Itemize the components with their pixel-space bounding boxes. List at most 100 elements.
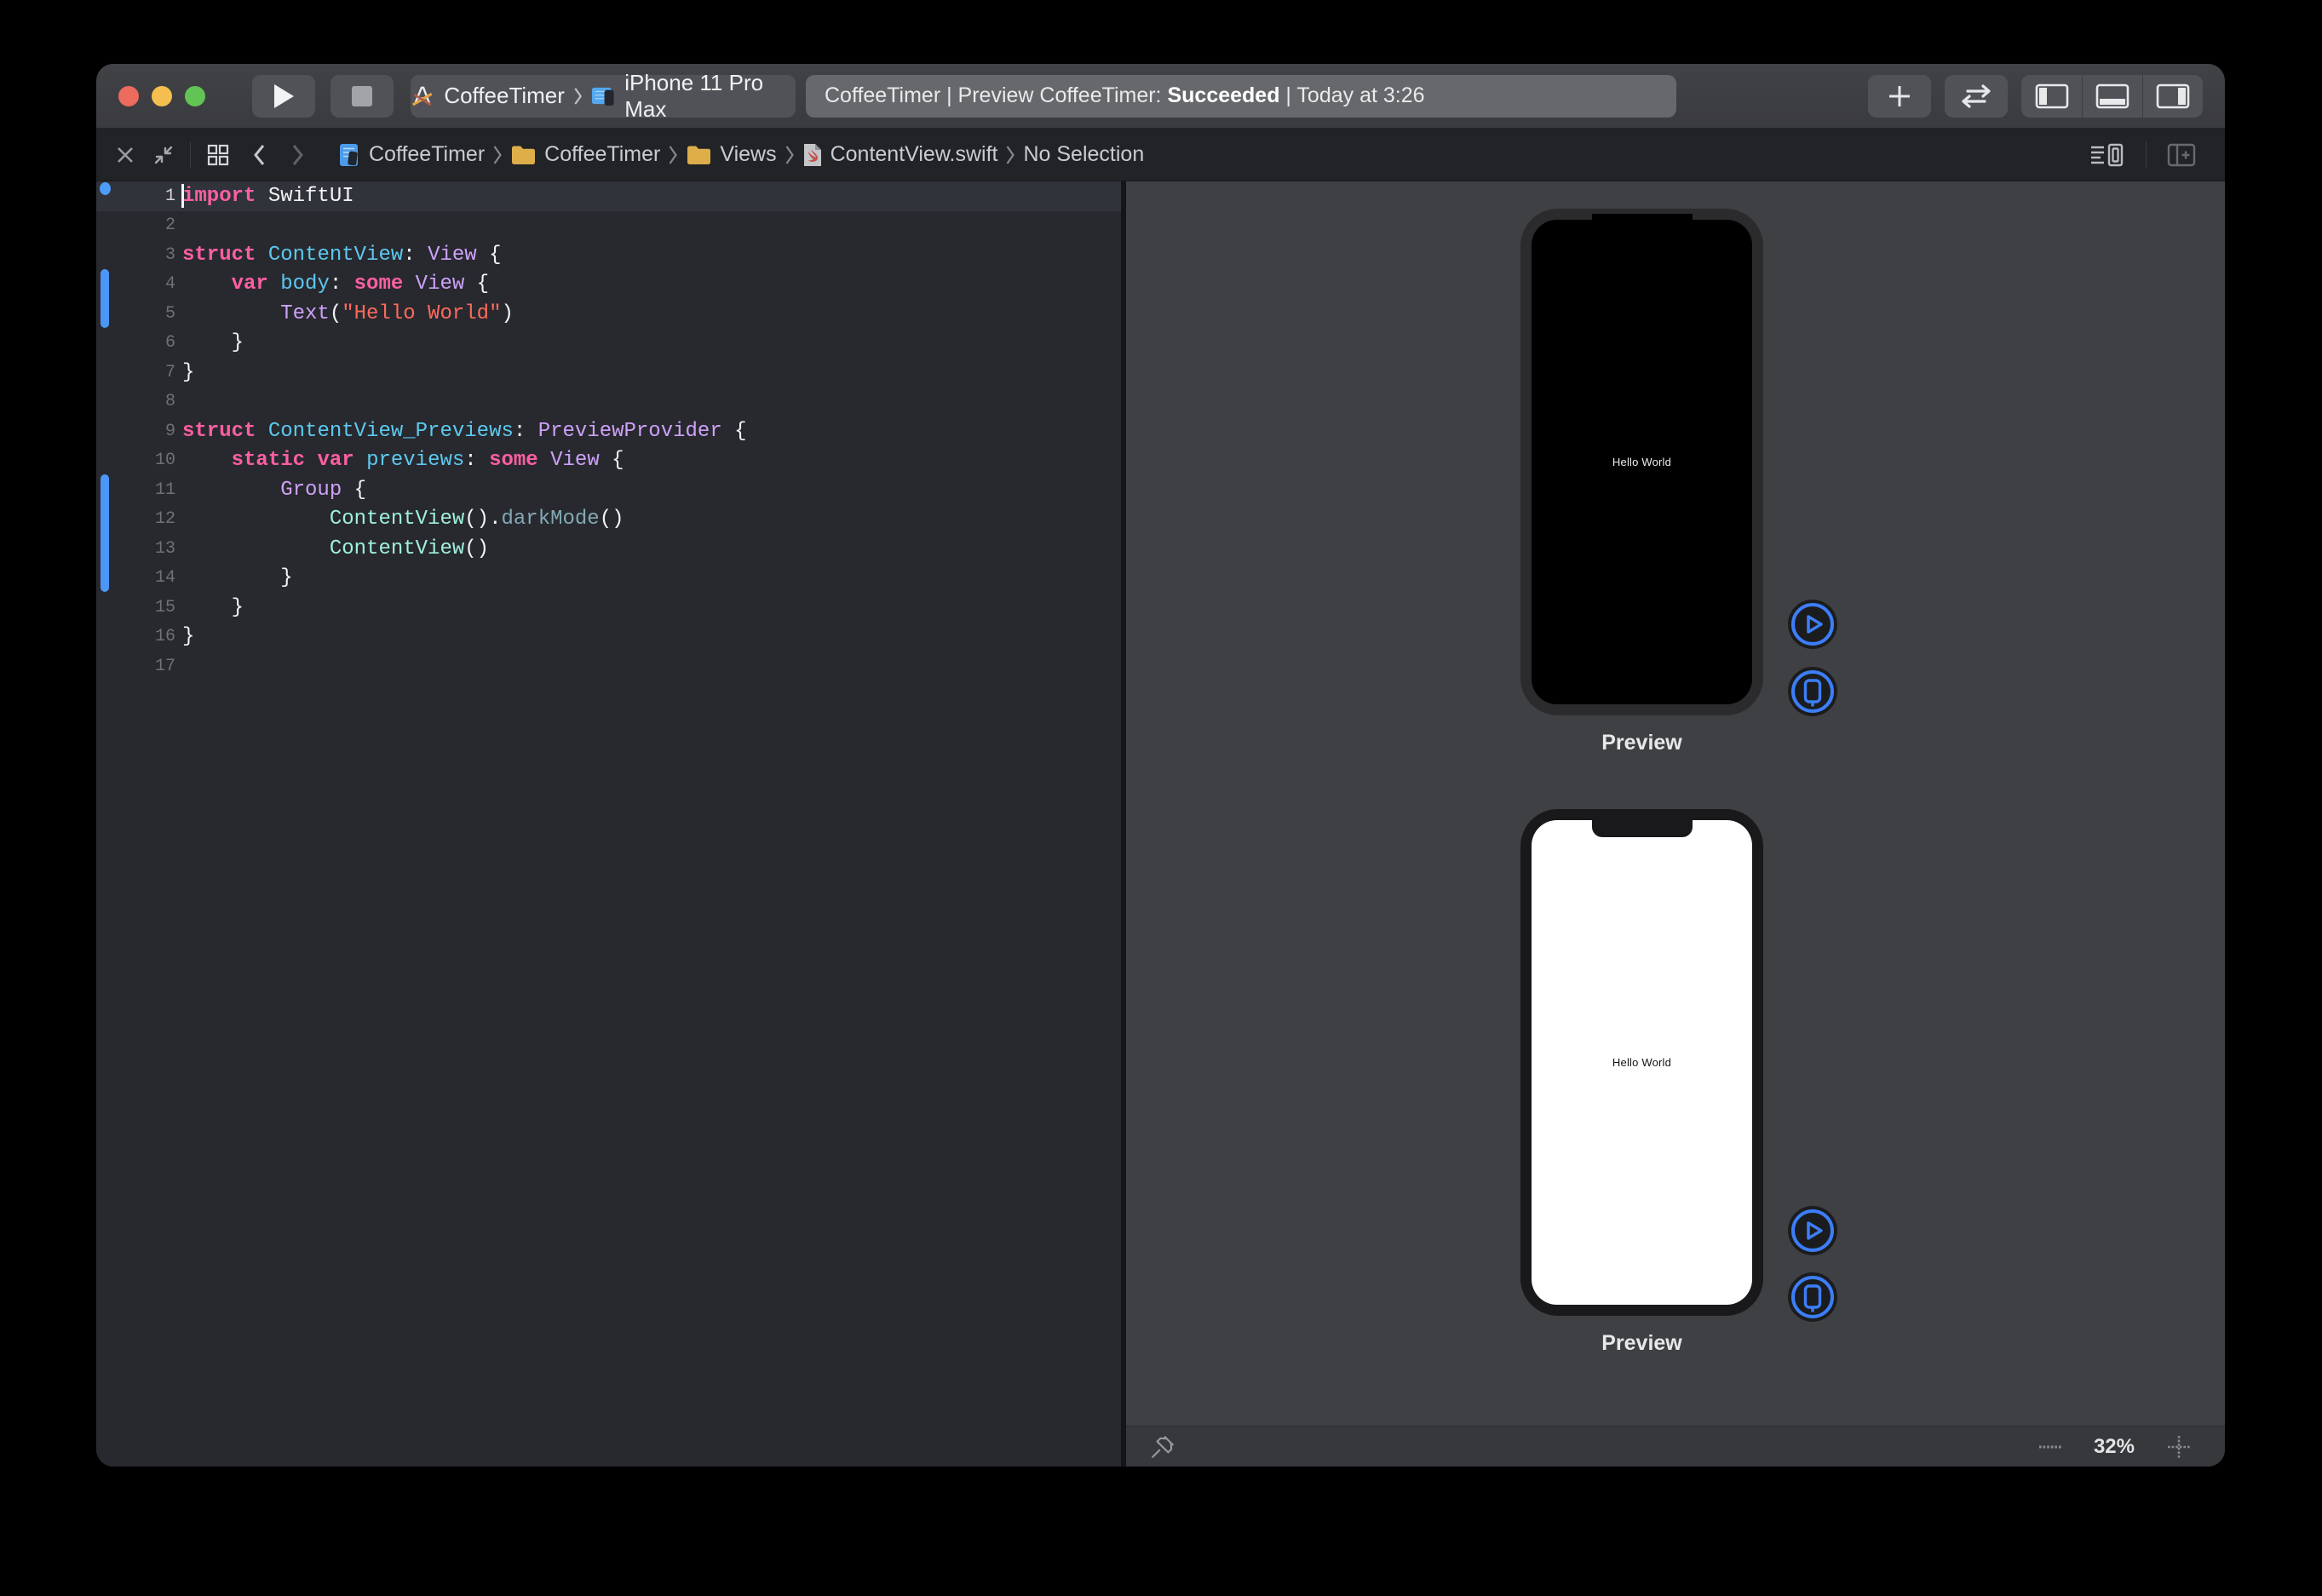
code-line[interactable]: 16} [96,623,1121,652]
zoom-window-button[interactable] [185,86,205,106]
plus-icon [2165,1433,2193,1461]
code-line[interactable]: 9 struct ContentView_Previews: PreviewPro… [96,416,1121,446]
breadcrumb-item[interactable]: ContentView.swift [802,142,998,167]
breadcrumb-item[interactable]: Views [686,142,776,167]
collapse-arrows-icon [152,144,175,166]
code-line[interactable]: 10 static var previews: some View { [96,446,1121,476]
code-line[interactable]: 14 } [96,564,1121,594]
preview-on-device-button[interactable] [1787,666,1838,717]
line-number[interactable]: 7 [96,363,175,382]
jump-bar: CoffeeTimer CoffeeTimer Views ContentView.s… [96,129,2225,181]
code-line[interactable]: 12 ContentView().darkMode() [96,505,1121,535]
close-editor-button[interactable] [115,145,135,165]
status-text-suffix: | Today at 3:26 [1279,83,1424,108]
preview-device-light: Hello World [1520,809,1763,1316]
code-line[interactable]: 8 [96,388,1121,417]
device-notch [1592,214,1693,233]
breadcrumb-item[interactable]: No Selection [1023,142,1144,167]
stop-button[interactable] [330,75,394,118]
toggle-navigator-panel-button[interactable] [2021,75,2082,118]
go-forward-button[interactable] [291,143,305,167]
adjust-editor-options-button[interactable] [2089,142,2125,168]
stop-icon [351,85,373,107]
related-items-button[interactable] [206,143,230,167]
right-panel-icon [2155,83,2191,110]
breadcrumb-item[interactable]: CoffeeTimer [510,142,660,167]
live-preview-button[interactable] [1787,599,1838,650]
code-line[interactable]: 13 ContentView() [96,534,1121,564]
minimize-window-button[interactable] [152,86,172,106]
toggle-debug-panel-button[interactable] [2082,75,2142,118]
scheme-project-label: CoffeeTimer [444,83,565,109]
minimize-editor-button[interactable] [152,144,175,166]
code-line[interactable]: 11 Group { [96,475,1121,505]
code-line[interactable]: 4 var body: some View { [96,270,1121,300]
change-bar [101,269,109,328]
preview-on-device-button[interactable] [1787,1272,1838,1323]
line-number[interactable]: 3 [96,245,175,265]
code-line[interactable]: 3struct ContentView: View { [96,240,1121,270]
close-icon [115,145,135,165]
code-text: } [182,361,194,384]
line-number[interactable]: 9 [96,422,175,441]
scheme-selector[interactable]: CoffeeTimer iPhone 11 Pro Max [411,75,796,118]
toggle-inspector-panel-button[interactable] [2142,75,2203,118]
back-chevron-icon [252,143,266,167]
editor-content-area: 1import SwiftUI 2 3struct ContentView: Vie… [96,181,2225,1467]
change-bar [101,474,109,592]
code-line[interactable]: 2 [96,211,1121,241]
preview-screen-text: Hello World [1612,1056,1671,1069]
live-preview-button[interactable] [1787,1205,1838,1256]
preview-label: Preview [1520,731,1763,755]
swap-arrows-icon [1957,83,1995,110]
close-window-button[interactable] [118,86,139,106]
line-number[interactable]: 8 [96,392,175,411]
line-number[interactable]: 17 [96,657,175,676]
related-items-grid-icon [206,143,230,167]
go-back-button[interactable] [252,143,266,167]
code-line[interactable]: 1import SwiftUI [96,181,1121,211]
line-number[interactable]: 10 [96,451,175,470]
code-line[interactable]: 6 } [96,329,1121,359]
code-text: struct ContentView_Previews: PreviewProv… [182,420,747,443]
breadcrumb-label: CoffeeTimer [369,142,485,167]
breadcrumb-item[interactable]: CoffeeTimer [338,142,485,167]
pin-preview-button[interactable] [1150,1434,1175,1460]
line-number[interactable]: 6 [96,333,175,353]
device-notch [1592,819,1693,837]
zoom-out-button[interactable] [2037,1444,2063,1450]
library-add-button[interactable] [1868,75,1931,118]
breadcrumb-label: No Selection [1023,142,1144,167]
code-line[interactable]: 17 [96,652,1121,681]
canvas-bottom-bar: 32% [1126,1426,2225,1467]
activity-status-display: CoffeeTimer | Preview CoffeeTimer: Succe… [806,75,1676,118]
breadcrumb: CoffeeTimer CoffeeTimer Views ContentView.s… [330,142,1152,167]
swift-file-icon [802,143,823,167]
chevron-right-icon [492,144,503,166]
breadcrumb-separator [785,144,795,166]
code-line[interactable]: 5 Text("Hello World") [96,299,1121,329]
jumpbar-right-buttons [2089,141,2206,169]
code-line[interactable]: 7} [96,358,1121,388]
add-editor-button[interactable] [2167,143,2196,167]
line-number[interactable]: 2 [96,215,175,235]
minus-icon [2037,1444,2063,1450]
device-icon [1787,1272,1838,1323]
preview-screen-text: Hello World [1612,456,1671,468]
text-cursor [181,184,184,208]
chevron-right-icon [785,144,795,166]
run-button[interactable] [252,75,315,118]
code-text: Group { [182,479,366,502]
status-text-prefix: CoffeeTimer | Preview CoffeeTimer: [825,83,1167,108]
zoom-in-button[interactable] [2165,1433,2193,1461]
left-panel-icon [2034,83,2070,110]
line-number[interactable]: 16 [96,627,175,646]
code-line[interactable]: 15 } [96,593,1121,623]
editor-swap-button[interactable] [1945,75,2008,118]
line-number[interactable]: 15 [96,598,175,617]
source-editor[interactable]: 1import SwiftUI 2 3struct ContentView: Vie… [96,181,1121,1467]
chevron-right-icon [668,144,678,166]
code-text: ContentView() [182,537,489,560]
forward-chevron-icon [291,143,305,167]
breadcrumb-separator [668,144,678,166]
